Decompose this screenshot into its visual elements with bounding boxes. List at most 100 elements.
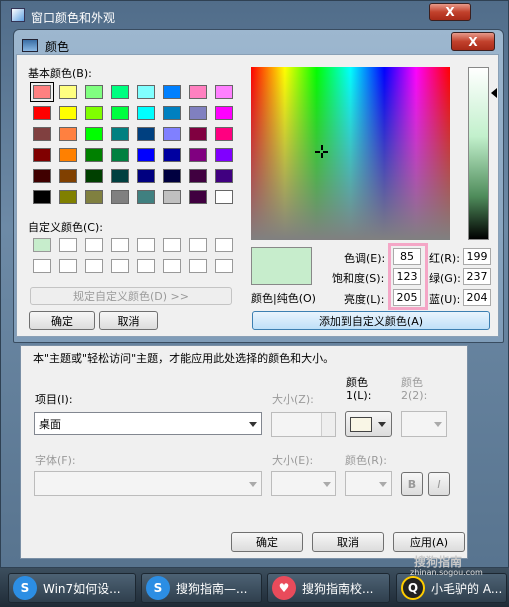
basic-color-swatch[interactable] [111,169,129,183]
custom-color-swatch[interactable] [85,259,103,273]
basic-color-swatch[interactable] [59,169,77,183]
basic-color-swatch[interactable] [163,127,181,141]
basic-color-swatch[interactable] [163,169,181,183]
size-label: 大小(Z): [272,393,314,406]
add-to-custom-colors-button[interactable]: 添加到自定义颜色(A) [252,311,490,330]
custom-color-swatch[interactable] [59,259,77,273]
appearance-cancel-button[interactable]: 取消 [312,532,384,552]
basic-color-swatch[interactable] [215,190,233,204]
basic-color-swatch[interactable] [33,148,51,162]
chevron-down-icon [434,422,442,427]
basic-color-swatch[interactable] [111,190,129,204]
custom-color-swatch[interactable] [137,259,155,273]
blue-input[interactable]: 204 [463,289,491,306]
basic-color-swatch[interactable] [137,106,155,120]
basic-color-swatch[interactable] [59,85,77,99]
basic-color-swatch[interactable] [85,85,103,99]
basic-color-swatch[interactable] [33,127,51,141]
crosshair-icon[interactable] [315,145,328,158]
font-color-button[interactable] [345,471,392,496]
custom-color-swatch[interactable] [163,238,181,252]
font-select[interactable] [34,471,262,496]
basic-color-swatch[interactable] [189,106,207,120]
color2-picker-button[interactable] [401,411,447,437]
basic-color-swatch[interactable] [33,190,51,204]
custom-color-swatch[interactable] [111,259,129,273]
color-spectrum[interactable] [251,67,450,240]
custom-color-swatch[interactable] [59,238,77,252]
basic-color-swatch[interactable] [59,148,77,162]
basic-color-swatch[interactable] [215,85,233,99]
basic-color-swatch[interactable] [137,148,155,162]
basic-color-swatch[interactable] [163,106,181,120]
red-input[interactable]: 199 [463,248,491,265]
basic-color-swatch[interactable] [137,85,155,99]
basic-color-swatch[interactable] [189,190,207,204]
basic-color-swatch[interactable] [85,148,103,162]
custom-color-swatch[interactable] [85,238,103,252]
basic-color-swatch[interactable] [59,127,77,141]
size-stepper[interactable] [271,412,336,437]
heart-icon: ♥ [272,576,296,600]
define-custom-colors-button[interactable]: 规定自定义颜色(D) >> [30,287,232,305]
custom-color-swatch[interactable] [215,238,233,252]
basic-color-swatch[interactable] [163,148,181,162]
basic-color-swatch[interactable] [215,106,233,120]
custom-color-swatch[interactable] [111,238,129,252]
taskbar-item-2[interactable]: S 搜狗指南—... [141,573,262,603]
basic-color-swatch[interactable] [163,190,181,204]
basic-color-swatch[interactable] [137,127,155,141]
color1-picker-button[interactable] [345,411,392,437]
basic-color-swatch[interactable] [189,85,207,99]
luminance-pointer-icon[interactable] [491,88,497,98]
basic-color-swatch[interactable] [85,190,103,204]
basic-color-swatch[interactable] [189,148,207,162]
custom-color-swatch[interactable] [33,259,51,273]
basic-color-swatch[interactable] [137,169,155,183]
basic-color-swatch[interactable] [189,127,207,141]
custom-color-swatch[interactable] [33,238,51,252]
custom-color-swatch[interactable] [189,238,207,252]
basic-color-swatch[interactable] [85,106,103,120]
green-input[interactable]: 237 [463,268,491,285]
basic-color-swatch[interactable] [189,169,207,183]
appearance-ok-button[interactable]: 确定 [231,532,303,552]
basic-color-swatch[interactable] [111,148,129,162]
item-select[interactable]: 桌面 [34,412,262,435]
dialog-cancel-button[interactable]: 取消 [99,311,158,330]
italic-button[interactable]: I [428,472,450,496]
font-size-select[interactable] [271,471,336,496]
basic-color-swatch[interactable] [111,85,129,99]
apply-button[interactable]: 应用(A) [393,532,465,552]
basic-color-swatch[interactable] [111,127,129,141]
basic-color-swatch[interactable] [59,106,77,120]
bold-button[interactable]: B [401,472,423,496]
outer-close-button[interactable]: X [429,3,471,21]
basic-color-swatch[interactable] [85,127,103,141]
color-dialog-close-button[interactable]: X [451,32,495,51]
basic-color-swatch[interactable] [215,148,233,162]
custom-color-swatch[interactable] [189,259,207,273]
dialog-ok-button[interactable]: 确定 [29,311,95,330]
basic-color-swatch[interactable] [85,169,103,183]
luminance-slider[interactable] [468,67,489,240]
solid-color-label: 颜色|纯色(O) [251,292,316,305]
taskbar-item-3[interactable]: ♥ 搜狗指南校... [267,573,390,603]
basic-color-swatch[interactable] [30,82,54,102]
basic-color-swatch[interactable] [59,190,77,204]
basic-color-swatch[interactable] [111,106,129,120]
basic-color-swatch[interactable] [33,106,51,120]
custom-color-swatch[interactable] [137,238,155,252]
green-label: 绿(G): [429,272,461,285]
font-size-label: 大小(E): [272,454,314,467]
taskbar-item-label: Win7如何设... [43,581,121,596]
basic-color-swatch[interactable] [137,190,155,204]
basic-color-swatch[interactable] [215,127,233,141]
basic-color-swatch[interactable] [215,169,233,183]
basic-color-swatch[interactable] [33,169,51,183]
taskbar-item-1[interactable]: S Win7如何设... [8,573,136,603]
taskbar-item-4[interactable]: Q 小毛驴的 A... [396,573,507,603]
custom-color-swatch[interactable] [163,259,181,273]
custom-color-swatch[interactable] [215,259,233,273]
basic-color-swatch[interactable] [163,85,181,99]
